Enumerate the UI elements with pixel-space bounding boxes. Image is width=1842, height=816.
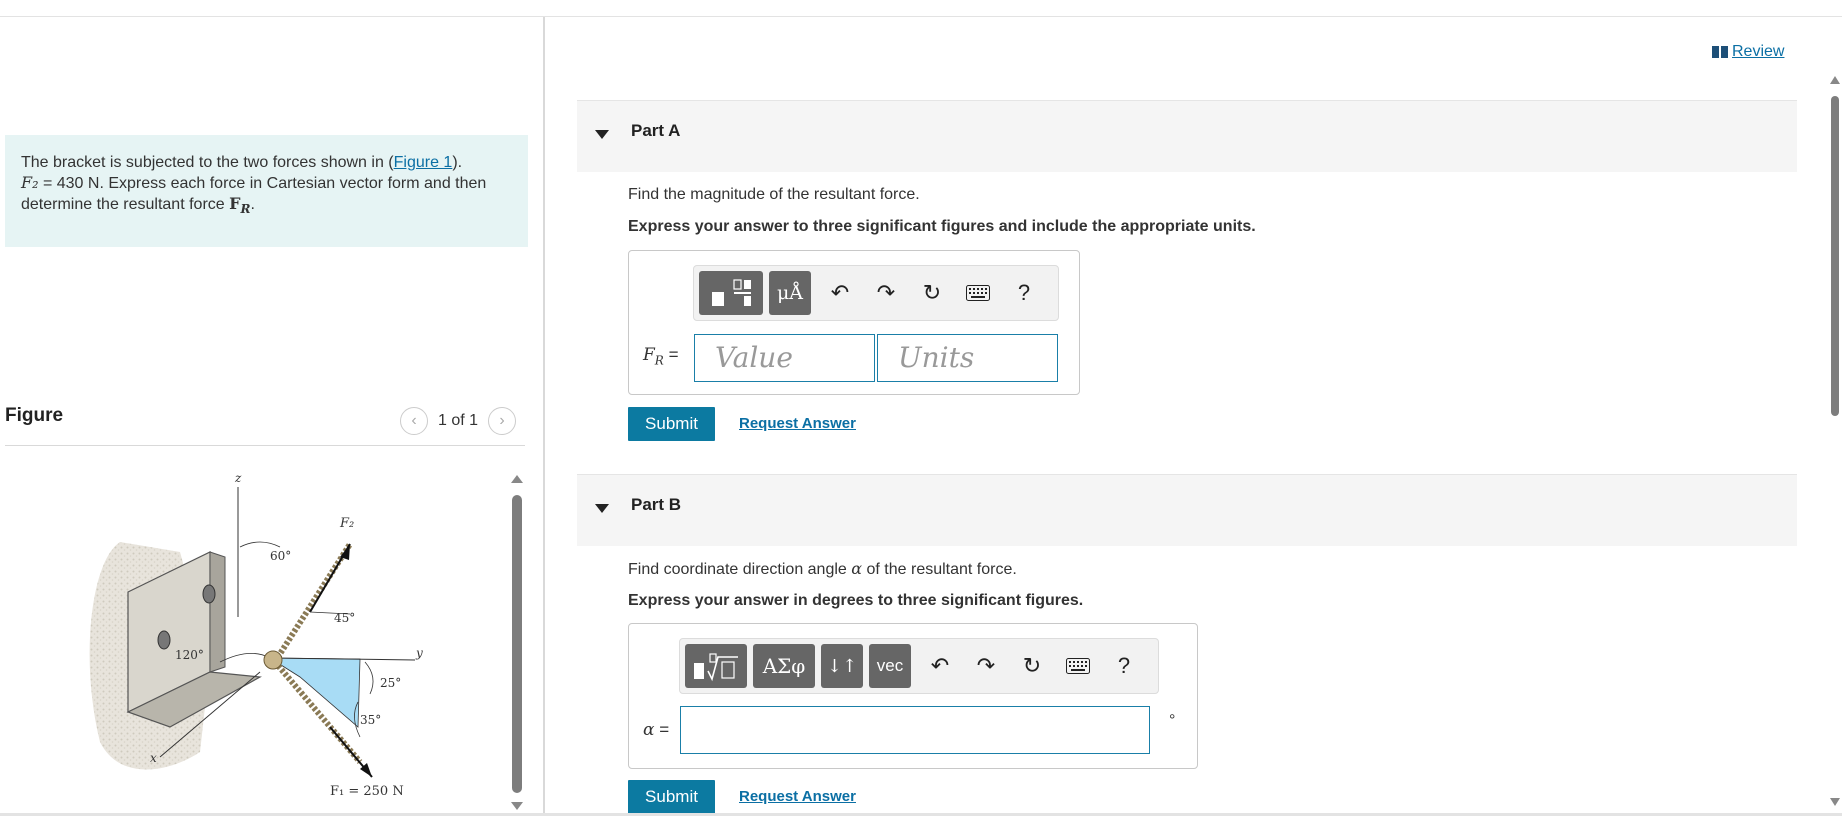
subscript-superscript-button[interactable]: ↓↑ xyxy=(821,644,863,688)
part-b-title: Part B xyxy=(631,495,682,514)
prev-figure-button[interactable]: ‹ xyxy=(400,407,428,435)
units-input[interactable]: Units xyxy=(877,334,1058,382)
bracket-edge xyxy=(209,551,226,673)
alpha-label: α = xyxy=(643,720,670,740)
problem-text: The bracket is subjected to the two forc… xyxy=(21,154,394,171)
book-icon xyxy=(1712,46,1728,58)
fr-label: FR = xyxy=(643,345,679,368)
page-scrollbar[interactable] xyxy=(1828,76,1842,806)
greek-symbols-button[interactable]: ΑΣφ xyxy=(753,644,815,688)
part-a-question: Find the magnitude of the resultant forc… xyxy=(628,186,920,203)
value-input[interactable]: Value xyxy=(694,334,875,382)
bolt-icon xyxy=(157,630,171,650)
bracket-figure: z F₂ 60° 45° y 120° 25° 35° F₁ = 250 N x xyxy=(89,471,423,799)
problem-statement: The bracket is subjected to the two forc… xyxy=(5,135,528,247)
alpha-input[interactable] xyxy=(680,706,1150,754)
help-icon[interactable]: ? xyxy=(1001,271,1047,315)
units-button[interactable]: μÅ xyxy=(769,271,811,315)
redo-icon[interactable]: ↷ xyxy=(863,271,909,315)
part-b-submit-button[interactable]: Submit xyxy=(628,780,715,814)
part-a-submit-button[interactable]: Submit xyxy=(628,407,715,441)
part-b-toolbar: ΑΣφ ↓↑ vec ↶ ↷ ↻ ? xyxy=(679,638,1159,694)
x-label: x xyxy=(150,751,157,765)
reset-icon[interactable]: ↻ xyxy=(909,271,955,315)
figure-title: Figure xyxy=(5,405,64,426)
f2-symbol: F₂ xyxy=(21,173,39,192)
part-b-answer-box: ΑΣφ ↓↑ vec ↶ ↷ ↻ ? α = ° xyxy=(628,623,1198,769)
angle-arc xyxy=(219,653,271,663)
chevron-left-icon: ‹ xyxy=(411,412,417,429)
scroll-up-arrow-icon[interactable] xyxy=(511,475,523,483)
angle-25-label: 25° xyxy=(380,676,401,690)
chevron-right-icon: › xyxy=(499,412,505,429)
next-figure-button[interactable]: › xyxy=(488,407,517,435)
figure-pager: ‹ 1 of 1 › xyxy=(400,407,517,435)
angle-35-label: 35° xyxy=(360,713,381,727)
z-label: z xyxy=(234,471,242,485)
part-a-answer-box: μÅ ↶ ↷ ↻ ? FR = Value Units xyxy=(628,250,1080,395)
problem-text: . xyxy=(250,196,255,213)
part-b-instruction: Express your answer in degrees to three … xyxy=(628,592,1084,609)
collapse-triangle-icon[interactable] xyxy=(595,130,609,139)
help-icon[interactable]: ? xyxy=(1101,644,1147,688)
problem-text: ). xyxy=(452,154,463,171)
y-label: y xyxy=(415,646,423,660)
fraction-template-icon xyxy=(712,279,751,306)
f1-label: F₁ = 250 N xyxy=(330,784,404,799)
scroll-down-arrow-icon[interactable] xyxy=(1830,798,1840,806)
rope-knot xyxy=(263,650,283,670)
part-b-question: Find coordinate direction angle α of the… xyxy=(628,559,1017,578)
collapse-triangle-icon[interactable] xyxy=(595,504,609,513)
review-link[interactable]: Review xyxy=(1712,43,1784,61)
reset-icon[interactable]: ↻ xyxy=(1009,644,1055,688)
part-b-request-answer-link[interactable]: Request Answer xyxy=(739,788,856,805)
angle-arc xyxy=(364,661,374,695)
part-a-request-answer-link[interactable]: Request Answer xyxy=(739,415,856,432)
undo-icon[interactable]: ↶ xyxy=(817,271,863,315)
keyboard-icon[interactable] xyxy=(955,271,1001,315)
figure-page-count: 1 of 1 xyxy=(438,412,479,429)
review-label: Review xyxy=(1732,43,1785,60)
scrollbar-thumb[interactable] xyxy=(512,495,522,793)
angle-arc xyxy=(239,541,281,548)
f2-label: F₂ xyxy=(339,516,354,531)
figure-divider xyxy=(5,445,525,446)
templates-button[interactable] xyxy=(685,644,747,688)
angle-120-label: 120° xyxy=(175,648,204,662)
templates-button[interactable] xyxy=(699,271,763,315)
bolt-icon xyxy=(202,584,216,604)
undo-icon[interactable]: ↶ xyxy=(917,644,963,688)
figure-scrollbar[interactable] xyxy=(510,475,524,810)
scroll-down-arrow-icon[interactable] xyxy=(511,802,523,810)
part-a-title: Part A xyxy=(631,121,681,140)
part-b-header[interactable]: Part B xyxy=(577,474,1797,546)
radical-template-icon xyxy=(694,653,738,682)
scroll-up-arrow-icon[interactable] xyxy=(1830,76,1840,84)
part-a-instruction: Express your answer to three significant… xyxy=(628,218,1256,235)
part-a-header[interactable]: Part A xyxy=(577,100,1797,172)
part-a-toolbar: μÅ ↶ ↷ ↻ ? xyxy=(693,265,1059,321)
angle-45-label: 45° xyxy=(334,611,355,625)
scrollbar-thumb[interactable] xyxy=(1831,96,1839,416)
redo-icon[interactable]: ↷ xyxy=(963,644,1009,688)
keyboard-icon[interactable] xyxy=(1055,644,1101,688)
figure-link[interactable]: Figure 1 xyxy=(394,154,453,171)
degree-symbol: ° xyxy=(1169,712,1176,729)
f2-value: = 430 N xyxy=(38,175,100,192)
fr-symbol: FR xyxy=(229,194,251,217)
vector-button[interactable]: vec xyxy=(869,644,911,688)
left-panel: The bracket is subjected to the two forc… xyxy=(0,17,545,813)
angle-60-label: 60° xyxy=(270,549,291,563)
